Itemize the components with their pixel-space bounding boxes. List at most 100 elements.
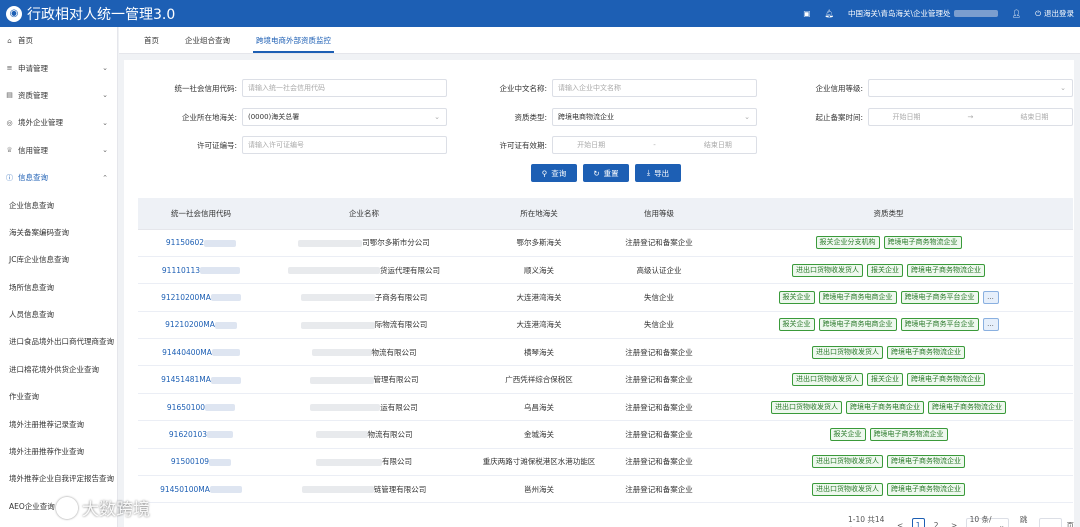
qual-tag: 跨境电子商务物流企业 <box>887 482 965 496</box>
sidebar-item[interactable]: ⌂ 首页 <box>0 27 117 54</box>
user-menu-icon[interactable]: 👤︎ <box>1012 9 1022 18</box>
credit-level-select[interactable]: ⌄ <box>868 79 1073 97</box>
sidebar-item[interactable]: 海关备案编码查询 <box>0 219 117 246</box>
export-button[interactable]: ⤓ 导出 <box>635 164 681 182</box>
credit-code-cell[interactable]: 91440400MA <box>138 338 264 367</box>
license-no-input[interactable]: 请输入许可证编号 <box>242 136 447 154</box>
credit-code-cell[interactable]: 91500109 <box>138 448 264 477</box>
table-row[interactable]: 91440400MA 物流有限公司 横琴海关 注册登记和备案企业 进出口货物收发货人 跨境… <box>138 338 1073 367</box>
tab-cross-border-qualification-monitor[interactable]: 跨境电商外部资质监控 <box>243 27 344 53</box>
customs-cell: 大连港湾海关 <box>464 311 614 340</box>
credit-code-cell[interactable]: 91150602 <box>138 229 264 257</box>
pagination: 1-10 共14条 < 1 2 > 10 条/页 ⌄ 跳至 页 <box>848 514 1074 527</box>
sidebar-item[interactable]: 场所信息查询 <box>0 274 117 301</box>
sidebar-item[interactable]: JC库企业信息查询 <box>0 246 117 273</box>
query-button[interactable]: ⚲ 查询 <box>531 164 577 182</box>
pagination-summary: 1-10 共14条 <box>848 515 885 527</box>
license-valid-range[interactable]: 开始日期 - 结束日期 <box>552 136 757 154</box>
credit-code-cell[interactable]: 91210200MA <box>138 311 264 340</box>
customs-label: 企业所在地海关: <box>181 112 237 122</box>
sidebar-item[interactable]: ⓘ 信息查询 ⌃ <box>0 164 117 191</box>
table-row[interactable]: 91451481MA 管理有限公司 广西凭祥综合保税区 注册登记和备案企业 进出口货物收… <box>138 365 1073 394</box>
next-page-button[interactable]: > <box>948 518 961 527</box>
sidebar-item[interactable]: 境外注册推荐记录查询 <box>0 410 117 437</box>
customs-cell: 大连港湾海关 <box>464 283 614 312</box>
license-end-date[interactable]: 结束日期 <box>704 140 732 150</box>
col-credit-level: 信用等级 <box>614 198 704 230</box>
table-row[interactable]: 91450100MA 链管理有限公司 邕州海关 注册登记和备案企业 进出口货物收发货人跨… <box>138 475 1073 504</box>
page-2-button[interactable]: 2 <box>930 518 943 527</box>
credit-code-cell[interactable]: 91210200MA <box>138 283 264 312</box>
credit-code-cell[interactable]: 91450100MA <box>138 475 264 504</box>
col-customs: 所在地海关 <box>464 198 614 230</box>
sidebar-item-label: 信用管理 <box>18 145 48 155</box>
filing-end-date[interactable]: 结束日期 <box>1020 112 1048 122</box>
qual-tag: 跨境电子商务电商企业 <box>818 318 897 332</box>
sidebar-item[interactable]: ≡ 申请管理 ⌄ <box>0 54 117 81</box>
qual-tag: 跨境电子商务物流企业 <box>869 427 948 441</box>
table-row[interactable]: 91650100 运有限公司 乌昌海关 注册登记和备案企业 进出口货物收发货人 跨境电子商… <box>138 393 1073 422</box>
page-1-button[interactable]: 1 <box>911 518 925 527</box>
doc-icon: ▤ <box>6 91 13 100</box>
page-size-select[interactable]: 10 条/页 ⌄ <box>965 515 1009 527</box>
table-row[interactable]: 91110113 货运代理有限公司 顺义海关 高级认证企业 进出口货物收发货人 报关企业跨… <box>138 256 1073 285</box>
customs-cell: 鄂尔多斯海关 <box>464 229 614 257</box>
credit-code-cell[interactable]: 91451481MA <box>138 365 264 394</box>
credit-level-cell: 失信企业 <box>614 311 704 340</box>
tab-enterprise-combo-query[interactable]: 企业组合查询 <box>172 27 243 53</box>
sidebar-item[interactable]: 境外注册推荐作业查询 <box>0 438 117 465</box>
customs-cell: 乌昌海关 <box>464 393 614 422</box>
logout-icon: ⏻ <box>1035 8 1041 18</box>
qual-tag: 跨境电子商务物流企业 <box>887 455 965 469</box>
license-start-date[interactable]: 开始日期 <box>577 140 605 150</box>
more-tags-button[interactable]: ... <box>982 318 999 332</box>
sidebar: ⌂ 首页 ≡ 申请管理 ⌄ ▤ 资质管理 ⌄ ◎ 境外企业管理 ⌄ ♕ 信用管理 ⌄ ⓘ 信息查询 ⌃ 企业信息查… <box>0 27 118 527</box>
filing-time-label: 起止备案时间: <box>815 112 863 122</box>
table-row[interactable]: 91620103 物流有限公司 金城海关 注册登记和备案企业 报关企业 跨境电子商务物流企… <box>138 420 1073 449</box>
table-row[interactable]: 91210200MA 子商务有限公司 大连港湾海关 失信企业 报关企业 跨境电子商务电商企… <box>138 283 1073 312</box>
qual-tag: 跨境电子商务电商企业 <box>818 290 897 304</box>
more-tags-button[interactable]: ... <box>982 290 999 304</box>
qual-type-select[interactable]: 跨境电商物流企业 ⌄ <box>552 108 757 126</box>
sidebar-item[interactable]: ◎ 境外企业管理 ⌄ <box>0 109 117 136</box>
refresh-icon: ↻ <box>593 168 600 178</box>
app-title: 行政相对人统一管理3.0 <box>27 6 176 23</box>
filing-time-range[interactable]: 开始日期 → 结束日期 <box>868 108 1073 126</box>
prev-page-button[interactable]: < <box>894 518 907 527</box>
customs-cell: 顺义海关 <box>464 256 614 285</box>
credit-level-cell: 注册登记和备案企业 <box>614 448 704 477</box>
sidebar-item[interactable]: 人员信息查询 <box>0 301 117 328</box>
qual-tag: 报关企业 <box>778 318 815 332</box>
chevron-down-icon: ⌄ <box>998 520 1005 527</box>
credit-code-cell[interactable]: 91650100 <box>138 393 264 422</box>
screen-icon[interactable]: ▣ <box>803 9 810 18</box>
tab-home[interactable]: 首页 <box>119 27 172 53</box>
download-icon: ⤓ <box>646 168 651 177</box>
sidebar-item-label: 企业信息查询 <box>9 200 54 210</box>
cn-name-input[interactable]: 请输入企业中文名称 <box>552 79 757 97</box>
logout-button[interactable]: ⏻ 退出登录 <box>1035 8 1074 19</box>
qual-type-cell: 进出口货物收发货人 跨境电子商务物流企业 <box>704 475 1073 504</box>
customs-select[interactable]: (0000)海关总署 ⌄ <box>242 108 447 126</box>
credit-code-cell[interactable]: 91110113 <box>138 256 264 285</box>
qual-tag: 进出口货物收发货人 <box>792 373 863 387</box>
sidebar-item[interactable]: 进口食品境外出口商代理商查询 <box>0 328 117 355</box>
credit-code-input[interactable]: 请输入统一社会信用代码 <box>242 79 447 97</box>
goto-page-input[interactable] <box>1038 518 1062 527</box>
sidebar-item[interactable]: 进口棉花境外供货企业查询 <box>0 356 117 383</box>
sidebar-item[interactable]: 境外推荐企业自我评定报告查询 <box>0 465 117 492</box>
sidebar-item[interactable]: 作业查询 <box>0 383 117 410</box>
filing-start-date[interactable]: 开始日期 <box>893 112 921 122</box>
sidebar-item[interactable]: ♕ 信用管理 ⌄ <box>0 137 117 164</box>
table-row[interactable]: 91210200MA 际物流有限公司 大连港湾海关 失信企业 报关企业 跨境电子商务电商企… <box>138 311 1073 340</box>
reset-button[interactable]: ↻ 重置 <box>583 164 629 182</box>
credit-code-cell[interactable]: 91620103 <box>138 420 264 449</box>
qual-type-cell: 进出口货物收发货人 报关企业 跨境电子商务物流企业 <box>704 256 1073 285</box>
qual-tag: 进出口货物收发货人 <box>792 263 863 277</box>
table-row[interactable]: 91150602 司鄂尔多斯市分公司 鄂尔多斯海关 注册登记和备案企业 报关企业分支机构… <box>138 229 1073 257</box>
table-row[interactable]: 91500109 有限公司 重庆两路寸滩保税港区水港功能区 注册登记和备案企业 进出口货… <box>138 448 1073 477</box>
sidebar-item[interactable]: ▤ 资质管理 ⌄ <box>0 82 117 109</box>
customs-cell: 横琴海关 <box>464 338 614 367</box>
bell-icon[interactable]: 🔔︎ <box>824 9 834 18</box>
sidebar-item[interactable]: 企业信息查询 <box>0 191 117 218</box>
